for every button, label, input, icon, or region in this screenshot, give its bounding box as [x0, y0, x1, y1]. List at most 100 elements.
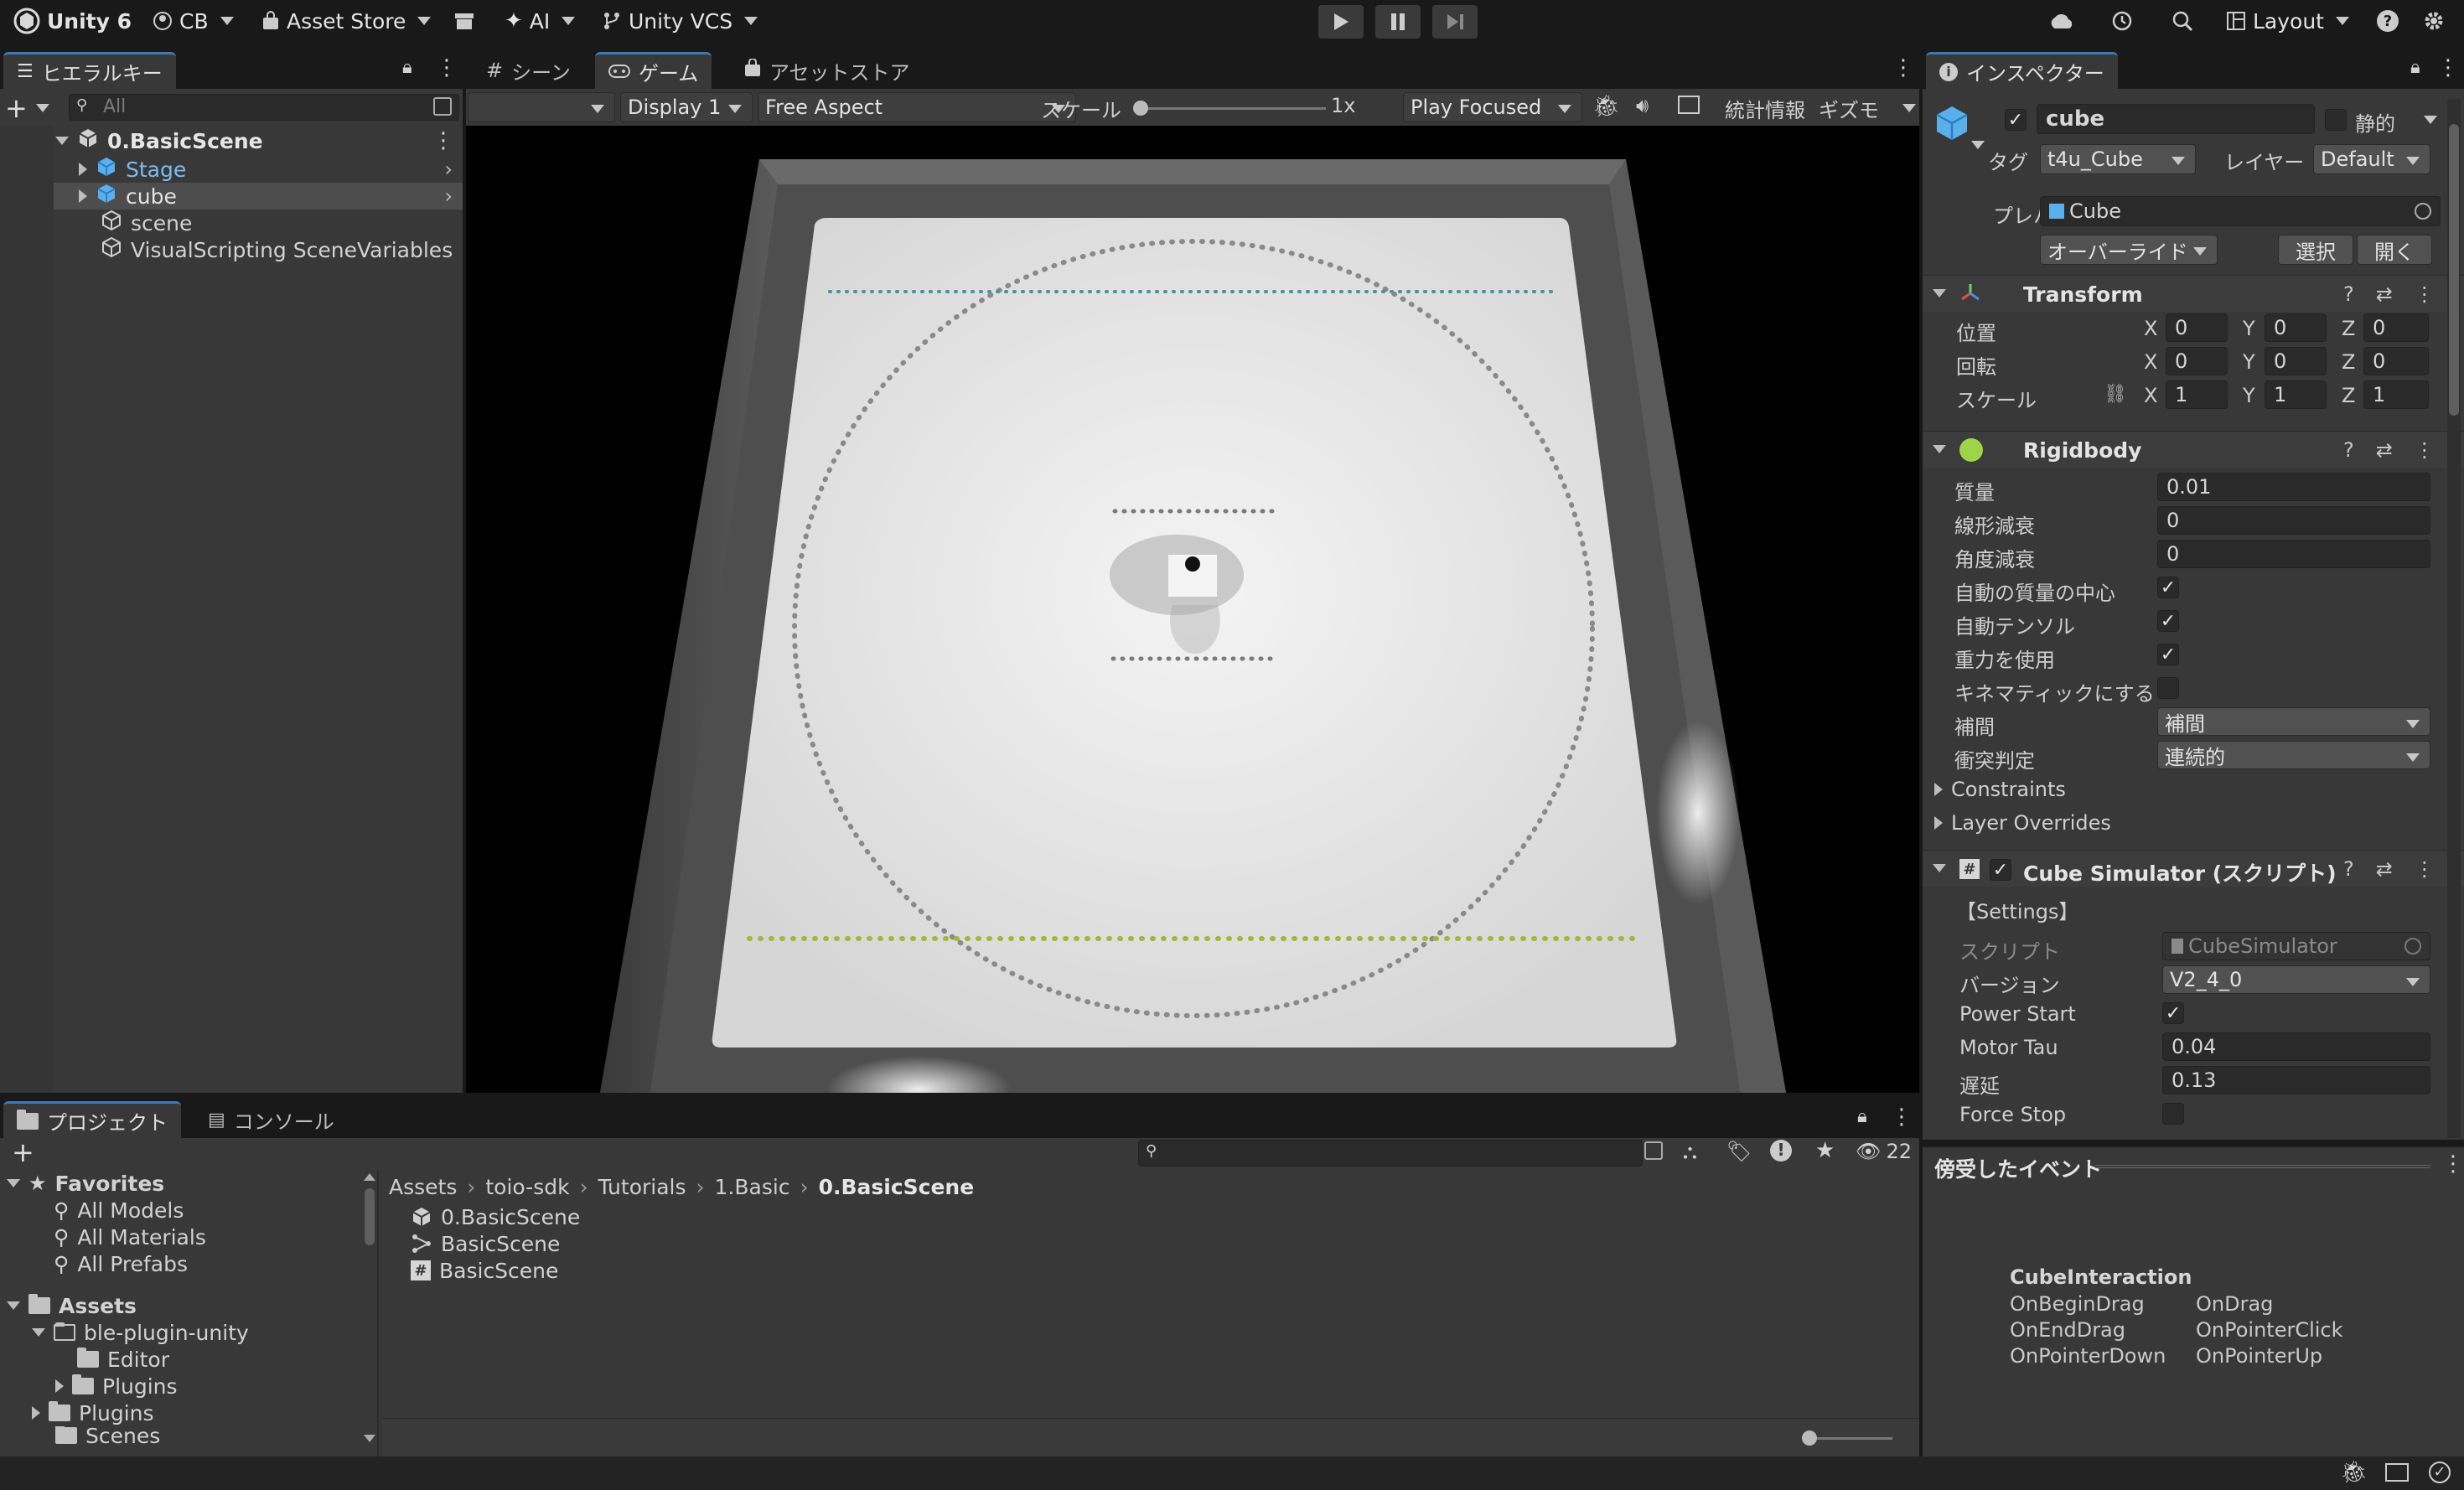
game-viewport[interactable] — [466, 126, 1919, 1123]
tree-scrollbar[interactable] — [362, 1170, 377, 1448]
file-item[interactable]: # BasicScene — [411, 1257, 558, 1284]
create-dropdown[interactable]: + — [5, 92, 49, 124]
help-icon[interactable]: ? — [2343, 282, 2354, 306]
object-name-input[interactable]: cube — [2037, 104, 2315, 134]
transform-header[interactable]: Transform ? ⇄ ⋮ — [1923, 275, 2464, 312]
folder-item[interactable]: ble-plugin-unity — [32, 1319, 249, 1346]
hierarchy-item-stage[interactable]: Stage › — [54, 156, 463, 183]
help-icon[interactable]: ? — [2343, 857, 2354, 881]
active-checkbox[interactable]: ✓ — [2005, 109, 2027, 131]
favorite-item[interactable]: ⚲ All Prefabs — [54, 1250, 188, 1277]
delay-input[interactable]: 0.13 — [2162, 1066, 2430, 1094]
scrollbar-thumb[interactable] — [365, 1188, 375, 1245]
cloud-button[interactable] — [2048, 0, 2075, 42]
lock-icon[interactable]: 🔒︎ — [2410, 57, 2420, 78]
assets-header[interactable]: Assets — [7, 1292, 137, 1319]
folder-item[interactable]: Editor — [77, 1346, 169, 1373]
ai-dropdown[interactable]: ✦ AI — [505, 0, 576, 42]
preset-icon[interactable]: ⇄ — [2376, 438, 2393, 462]
rotation-x-input[interactable]: 0 — [2166, 347, 2228, 375]
unity-menu[interactable]: Unity 6 — [13, 0, 132, 42]
preset-icon[interactable]: ⇄ — [2376, 857, 2393, 881]
object-picker-icon[interactable] — [2415, 203, 2431, 220]
auto-tensor-checkbox[interactable]: ✓ — [2157, 610, 2179, 632]
auto-center-checkbox[interactable]: ✓ — [2157, 577, 2179, 598]
tab-inspector[interactable]: i インスペクター — [1926, 52, 2118, 89]
zoom-slider-handle[interactable] — [1802, 1431, 1817, 1446]
chevron-right-icon[interactable]: › — [444, 158, 453, 181]
more-menu-icon[interactable]: ⋮ — [432, 128, 454, 153]
motor-tau-input[interactable]: 0.04 — [2162, 1032, 2430, 1061]
settings-button[interactable] — [2422, 0, 2446, 42]
chevron-down-icon[interactable] — [2424, 116, 2437, 124]
file-item[interactable]: 0.BasicScene — [411, 1203, 580, 1230]
lock-icon[interactable]: 🔒︎ — [402, 57, 412, 78]
display-dropdown[interactable]: Display 1 — [620, 92, 753, 122]
collapse-arrow-icon[interactable] — [1933, 445, 1946, 453]
layout-dropdown[interactable]: Layout — [2226, 0, 2349, 42]
force-stop-checkbox[interactable] — [2162, 1103, 2184, 1125]
more-menu-icon[interactable]: ⋮ — [2415, 438, 2435, 462]
constraints-foldout[interactable]: Constraints — [1934, 778, 2066, 801]
prefab-field[interactable]: Cube — [2040, 196, 2441, 226]
plus-icon[interactable]: + — [12, 1136, 34, 1168]
play-mode-dropdown[interactable]: Play Focused — [1403, 92, 1582, 122]
scene-row[interactable]: 0.BasicScene ⋮ — [54, 127, 463, 154]
pause-button[interactable] — [1375, 5, 1421, 39]
rotation-z-input[interactable]: 0 — [2363, 347, 2429, 375]
expand-arrow-icon[interactable] — [32, 1406, 40, 1420]
overrides-dropdown[interactable]: オーバーライド — [2040, 235, 2218, 265]
layer-dropdown[interactable]: Default — [2313, 144, 2430, 174]
layer-overrides-foldout[interactable]: Layer Overrides — [1934, 811, 2111, 835]
breadcrumb-item[interactable]: Assets — [389, 1175, 457, 1199]
is-kinematic-checkbox[interactable] — [2157, 677, 2179, 699]
aspect-dropdown[interactable]: Free Aspect — [758, 92, 1076, 122]
mass-input[interactable]: 0.01 — [2157, 473, 2430, 501]
more-menu-icon[interactable]: ⋮ — [1891, 1105, 1913, 1130]
grid-icon[interactable] — [1678, 96, 1700, 114]
tab-asset-store[interactable]: アセットストア — [731, 52, 924, 89]
position-y-input[interactable]: 0 — [2265, 313, 2327, 342]
expand-arrow-icon[interactable] — [55, 1379, 64, 1393]
tab-scene[interactable]: # シーン — [473, 52, 584, 89]
scale-slider-handle[interactable] — [1133, 101, 1148, 116]
position-x-input[interactable]: 0 — [2166, 313, 2228, 342]
star-icon[interactable]: ★ — [1815, 1138, 1835, 1163]
scale-z-input[interactable]: 1 — [2363, 380, 2429, 409]
step-button[interactable] — [1432, 5, 1478, 39]
audio-icon[interactable]: 🔊︎ — [1636, 94, 1649, 117]
preset-icon[interactable]: ⇄ — [2376, 282, 2393, 306]
constrain-proportions-icon[interactable]: ⛓︎ — [2104, 384, 2127, 405]
collapse-arrow-icon[interactable] — [32, 1328, 45, 1337]
hierarchy-search-input[interactable]: ⚲ All — [69, 94, 459, 121]
more-menu-icon[interactable]: ⋮ — [2415, 857, 2435, 881]
rotation-y-input[interactable]: 0 — [2265, 347, 2327, 375]
tab-console[interactable]: ▤ コンソール — [194, 1101, 348, 1138]
linear-damping-input[interactable]: 0 — [2157, 506, 2430, 535]
bug-icon[interactable]: 🐞︎ — [1592, 94, 1620, 119]
power-start-checkbox[interactable]: ✓ — [2162, 1002, 2184, 1024]
folder-item[interactable]: Scenes — [55, 1426, 160, 1445]
hierarchy-item-visualscripting[interactable]: VisualScripting SceneVariables — [54, 236, 463, 263]
check-status-icon[interactable]: ✓ — [2429, 1462, 2451, 1483]
breadcrumb-item[interactable]: toio-sdk — [485, 1175, 569, 1199]
more-menu-icon[interactable]: ⋮ — [1892, 55, 1914, 80]
help-button[interactable]: ? — [2377, 0, 2399, 42]
open-button[interactable]: 開く — [2357, 235, 2432, 265]
breadcrumb-current[interactable]: 0.BasicScene — [819, 1175, 975, 1199]
position-z-input[interactable]: 0 — [2363, 313, 2429, 342]
folder-item[interactable]: Plugins — [32, 1399, 154, 1426]
scroll-up-icon[interactable] — [364, 1173, 375, 1181]
favorite-item[interactable]: ⚲ All Models — [54, 1197, 184, 1224]
expand-arrow-icon[interactable] — [79, 189, 87, 203]
component-enabled-checkbox[interactable]: ✓ — [1990, 859, 2011, 881]
more-menu-icon[interactable]: ⋮ — [2442, 1151, 2464, 1177]
lock-icon[interactable]: 🔒︎ — [1857, 1106, 1867, 1127]
scrollbar-thumb[interactable] — [2449, 124, 2459, 416]
archive-button[interactable] — [454, 0, 474, 42]
scale-y-input[interactable]: 1 — [2265, 380, 2327, 409]
folder-item[interactable]: Plugins — [55, 1373, 178, 1399]
angular-damping-input[interactable]: 0 — [2157, 540, 2430, 568]
breadcrumb-item[interactable]: 1.Basic — [715, 1175, 790, 1199]
bug-icon[interactable]: 🐞︎ — [2340, 1460, 2368, 1485]
